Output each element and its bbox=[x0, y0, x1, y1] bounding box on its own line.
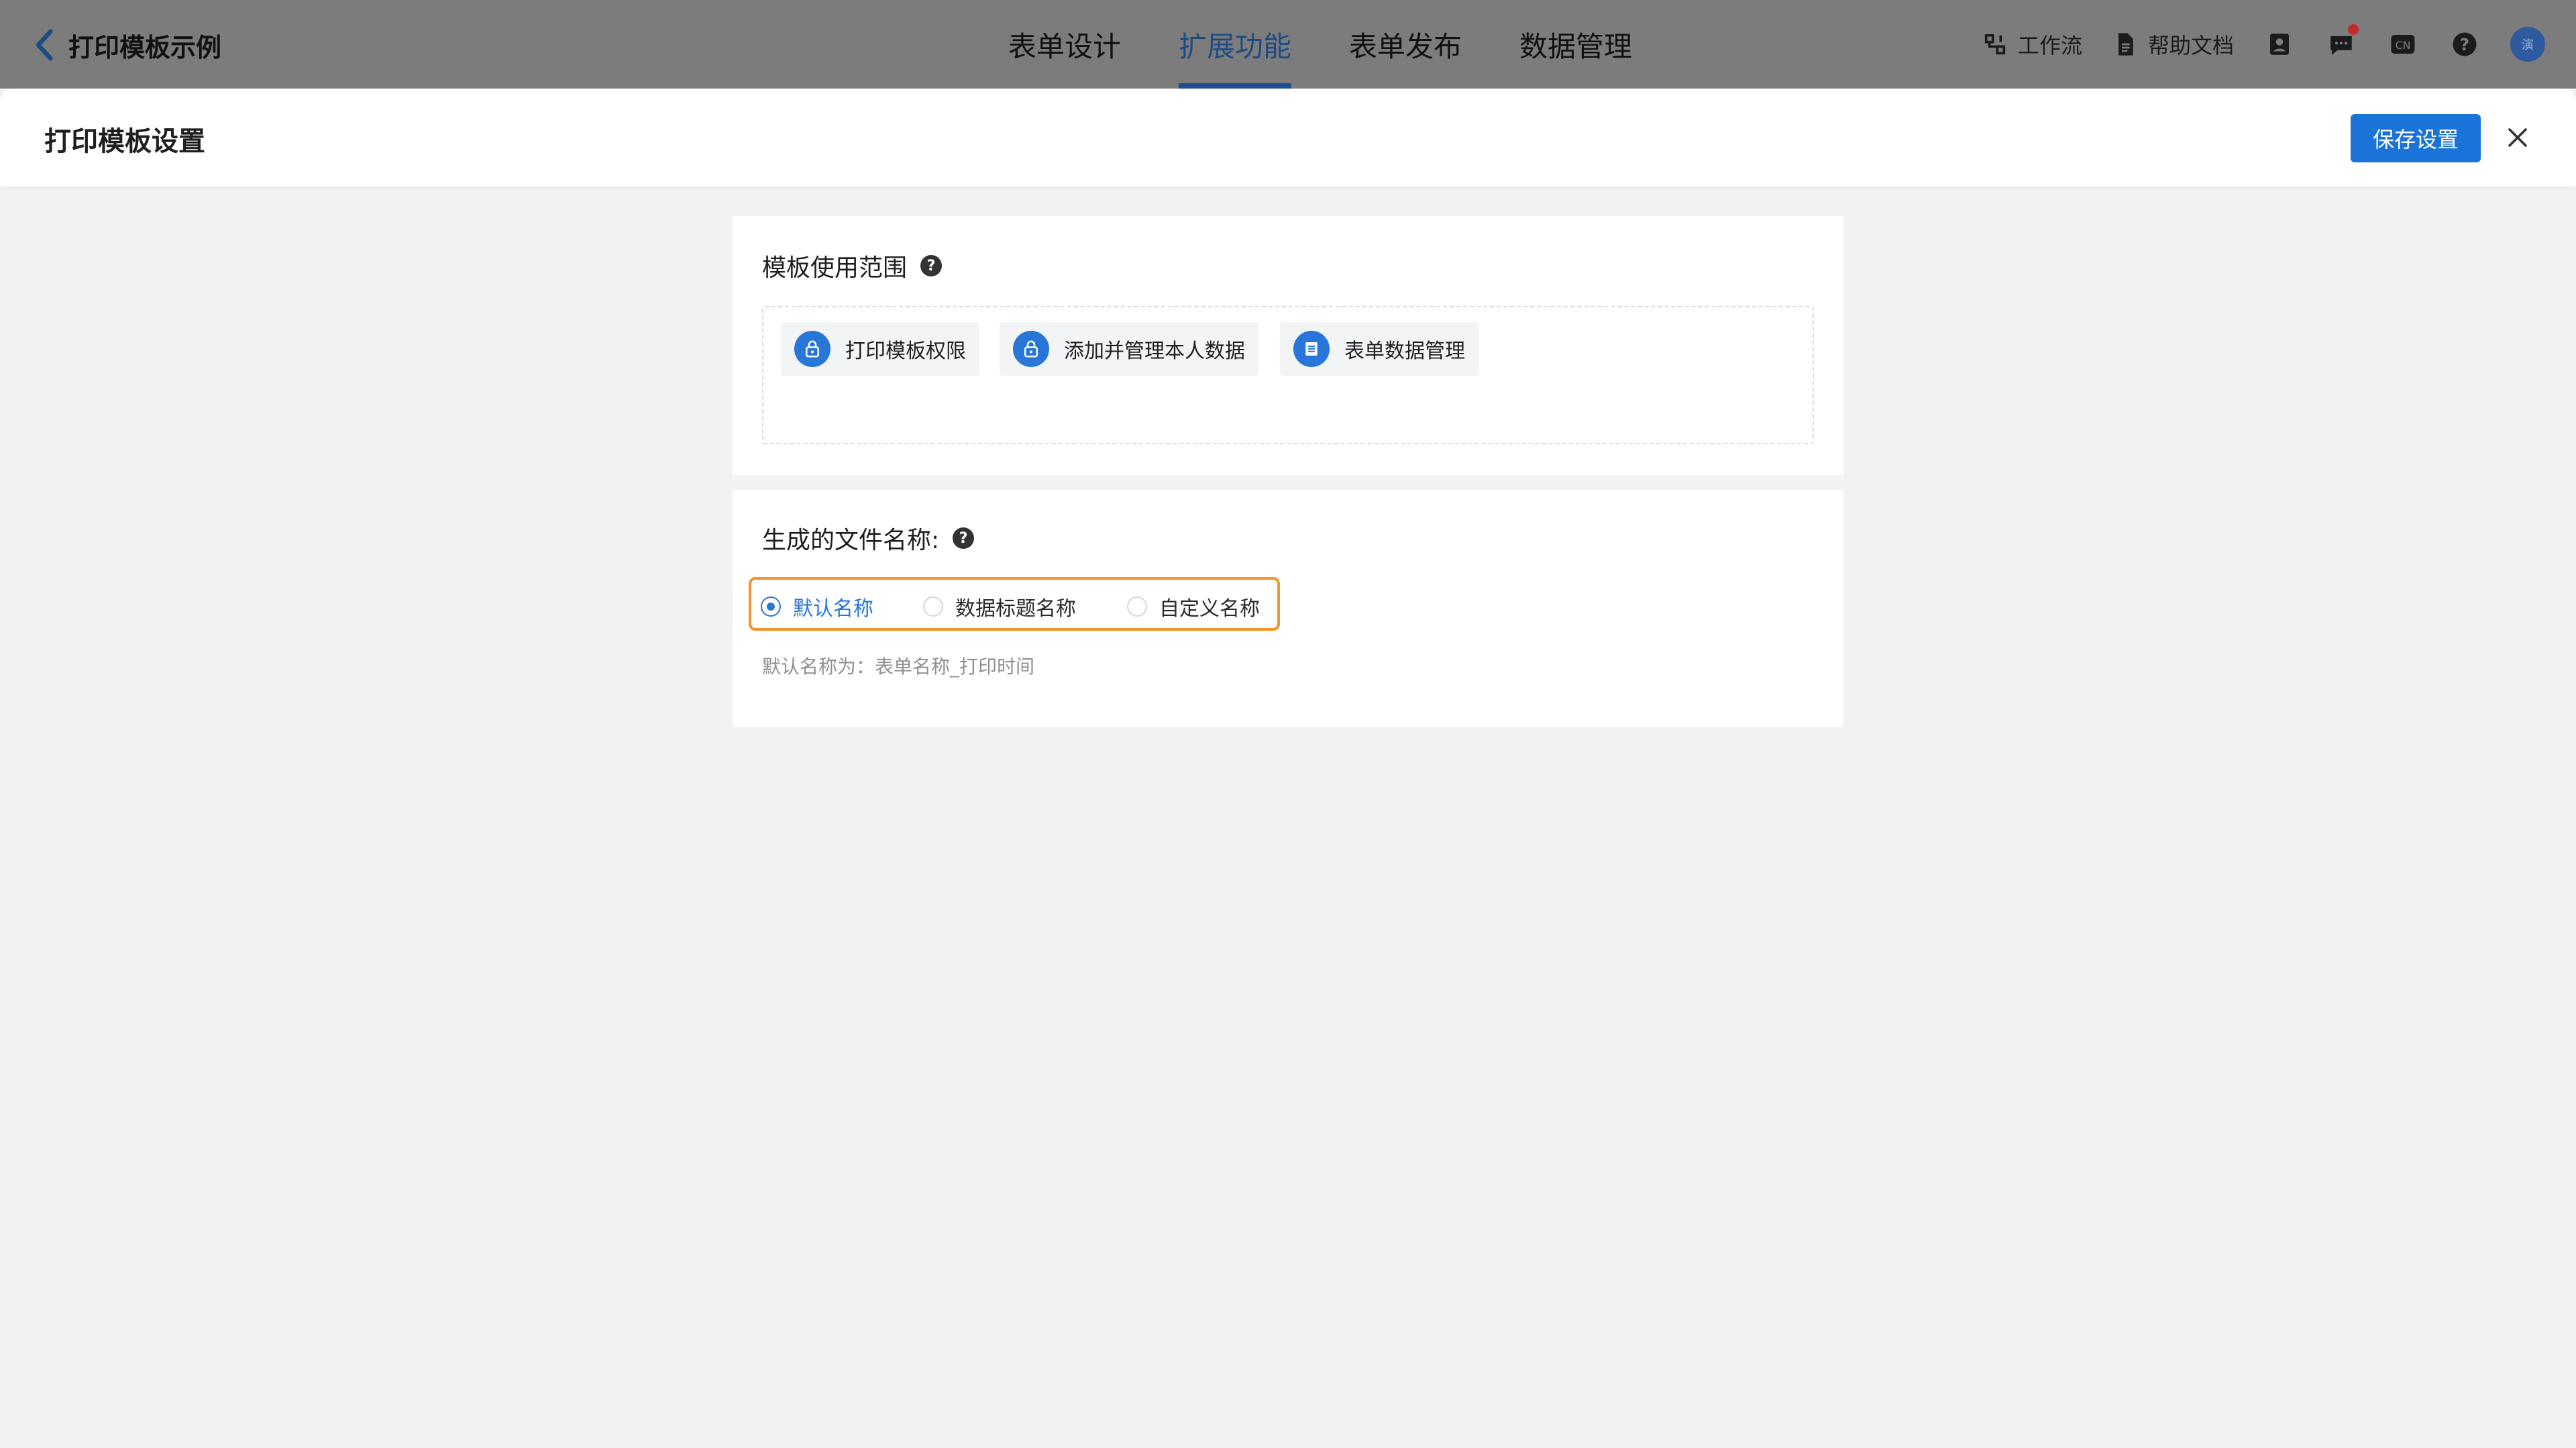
radio-dot bbox=[1127, 597, 1147, 617]
top-bar: 打印模板示例 表单设计 扩展功能 表单发布 数据管理 工作流 帮助文档 CN ?… bbox=[0, 0, 2576, 89]
workflow-button[interactable]: 工作流 bbox=[1982, 29, 2082, 60]
question-circle-icon: ? bbox=[2453, 32, 2477, 56]
file-name-card: 生成的文件名称: ? 默认名称 数据标题名称 自定义名称 默认名称为：表单名称_… bbox=[733, 490, 1843, 727]
main-nav-tabs: 表单设计 扩展功能 表单发布 数据管理 bbox=[979, 0, 1661, 89]
document-icon bbox=[2118, 33, 2133, 56]
tab-label: 扩展功能 bbox=[1179, 30, 1292, 63]
template-scope-card: 模板使用范围 ? 打印模板权限 添加并管理本人数据 表单数据管理 bbox=[733, 216, 1843, 475]
back-button[interactable]: 打印模板示例 bbox=[34, 27, 221, 63]
drawer-header: 打印模板设置 保存设置 bbox=[0, 89, 2576, 187]
radio-label: 数据标题名称 bbox=[955, 597, 1076, 621]
header-tools: 工作流 帮助文档 CN ? 演 bbox=[1982, 24, 2545, 64]
help-button[interactable]: ? bbox=[2449, 28, 2481, 60]
contacts-button[interactable] bbox=[2263, 28, 2296, 60]
tab-label: 数据管理 bbox=[1519, 30, 1633, 63]
scope-chip-own-data[interactable]: 添加并管理本人数据 bbox=[1000, 322, 1258, 376]
language-button[interactable]: CN bbox=[2387, 28, 2419, 60]
radio-default-name[interactable]: 默认名称 bbox=[761, 592, 873, 621]
help-docs-button[interactable]: 帮助文档 bbox=[2112, 29, 2234, 60]
chip-label: 添加并管理本人数据 bbox=[1064, 340, 1245, 363]
print-template-drawer: 打印模板设置 保存设置 模板使用范围 ? 打印模板权限 添加并管理本人数据 表单… bbox=[0, 89, 2576, 1448]
radio-custom-name[interactable]: 自定义名称 bbox=[1127, 592, 1260, 621]
scope-section-title: 模板使用范围 ? bbox=[762, 248, 943, 283]
list-icon bbox=[1293, 331, 1330, 367]
notification-dot bbox=[2348, 24, 2359, 35]
radio-dot bbox=[761, 597, 781, 617]
close-icon bbox=[2508, 128, 2527, 147]
svg-text:?: ? bbox=[2460, 35, 2469, 54]
scope-chip-form-data-management[interactable]: 表单数据管理 bbox=[1280, 322, 1479, 376]
tab-data-management[interactable]: 数据管理 bbox=[1491, 0, 1661, 89]
svg-text:CN: CN bbox=[2396, 39, 2411, 52]
workflow-icon bbox=[1984, 34, 2006, 55]
filename-section-title: 生成的文件名称: ? bbox=[762, 521, 975, 556]
help-icon[interactable]: ? bbox=[920, 255, 943, 276]
contact-card-icon bbox=[2270, 34, 2289, 55]
tab-extensions[interactable]: 扩展功能 bbox=[1150, 0, 1320, 89]
scope-title-text: 模板使用范围 bbox=[762, 254, 908, 282]
tab-form-publish[interactable]: 表单发布 bbox=[1320, 0, 1491, 89]
chip-label: 打印模板权限 bbox=[845, 340, 966, 363]
chip-label: 表单数据管理 bbox=[1344, 340, 1465, 363]
radio-dot bbox=[923, 597, 943, 617]
save-settings-button[interactable]: 保存设置 bbox=[2351, 114, 2481, 162]
tab-form-design[interactable]: 表单设计 bbox=[979, 0, 1150, 89]
radio-data-title-name[interactable]: 数据标题名称 bbox=[923, 592, 1076, 621]
drawer-title: 打印模板设置 bbox=[44, 126, 205, 157]
messages-button[interactable] bbox=[2325, 24, 2359, 60]
tab-label: 表单发布 bbox=[1349, 30, 1462, 63]
scope-box: 打印模板权限 添加并管理本人数据 表单数据管理 bbox=[762, 306, 1814, 444]
avatar-label: 演 bbox=[2522, 38, 2534, 52]
filename-title-text: 生成的文件名称: bbox=[762, 527, 940, 554]
scope-chip-print-permission[interactable]: 打印模板权限 bbox=[781, 322, 979, 376]
app-title: 打印模板示例 bbox=[68, 32, 222, 62]
filename-radio-group: 默认名称 数据标题名称 自定义名称 bbox=[749, 577, 1280, 631]
workflow-label: 工作流 bbox=[2017, 33, 2082, 58]
tab-label: 表单设计 bbox=[1008, 30, 1122, 63]
help-icon[interactable]: ? bbox=[953, 527, 975, 549]
chevron-left-icon bbox=[36, 29, 53, 61]
language-icon: CN bbox=[2391, 35, 2415, 54]
close-button[interactable] bbox=[2500, 119, 2536, 156]
radio-label: 自定义名称 bbox=[1159, 597, 1260, 621]
lock-icon bbox=[1013, 331, 1049, 367]
help-docs-label: 帮助文档 bbox=[2147, 33, 2234, 58]
filename-hint: 默认名称为：表单名称_打印时间 bbox=[762, 656, 1035, 678]
user-avatar[interactable]: 演 bbox=[2510, 27, 2545, 62]
radio-label: 默认名称 bbox=[793, 597, 873, 621]
lock-icon bbox=[794, 331, 830, 367]
